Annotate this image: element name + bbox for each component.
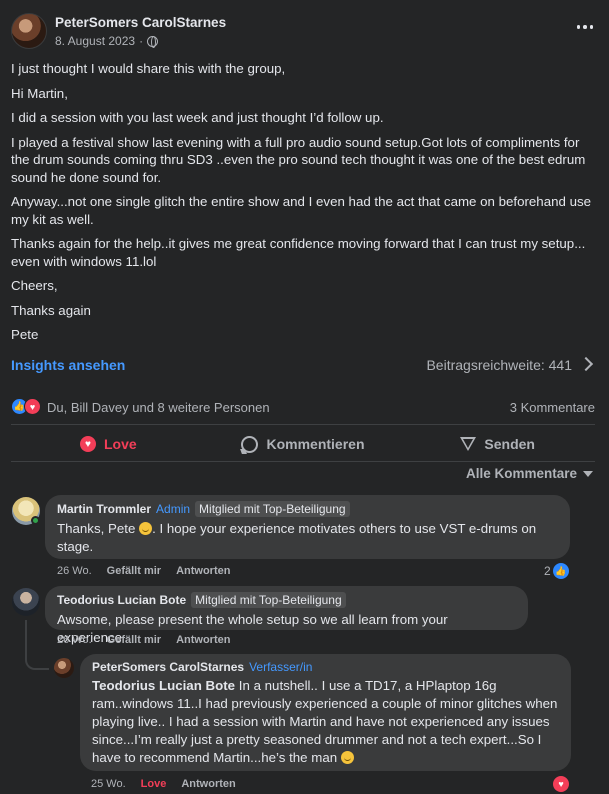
more-icon bbox=[576, 25, 581, 29]
send-icon bbox=[460, 437, 477, 451]
send-label: Senden bbox=[484, 436, 535, 452]
post-paragraph: Cheers, bbox=[11, 278, 58, 293]
post-actions: ♥ Love Kommentieren Senden bbox=[11, 431, 595, 457]
comment-bubble: Martin Trommler Admin Mitglied mit Top-B… bbox=[45, 495, 570, 559]
comment-bubble: PeterSomers CarolStarnes Verfasser/in Te… bbox=[80, 654, 571, 771]
post-paragraph: Hi Martin, bbox=[11, 85, 68, 101]
comment-meta: 25 Wo. Love Antworten bbox=[91, 778, 236, 790]
post-meta: 8. August 2023 · bbox=[55, 34, 159, 48]
comment-time[interactable]: 26 Wo. bbox=[57, 634, 92, 646]
mention-link[interactable]: Teodorius Lucian Bote bbox=[92, 678, 235, 693]
sort-label: Alle Kommentare bbox=[465, 466, 577, 481]
love-reaction-icon: ♥ bbox=[24, 398, 41, 415]
post-header: PeterSomers CarolStarnes 8. August 2023 … bbox=[11, 13, 601, 53]
post-paragraph: Thanks again bbox=[11, 302, 91, 318]
post-paragraph: Anyway...not one single glitch the entir… bbox=[11, 194, 592, 227]
comment-meta: 26 Wo. Gefällt mir Antworten bbox=[57, 565, 230, 577]
dropdown-icon bbox=[583, 470, 593, 477]
comment-text-part: Thanks, Pete bbox=[57, 521, 136, 536]
comment-sort-dropdown[interactable]: Alle Kommentare bbox=[466, 466, 593, 481]
post-body: I just thought I would share this with t… bbox=[11, 60, 599, 351]
commenter-avatar[interactable] bbox=[12, 588, 40, 616]
love-button[interactable]: ♥ Love bbox=[11, 431, 206, 457]
comment-header: Teodorius Lucian Bote Mitglied mit Top-B… bbox=[57, 592, 516, 608]
smile-emoji bbox=[340, 751, 354, 764]
insights-link[interactable]: Insights ansehen bbox=[11, 357, 125, 373]
chevron-right-icon[interactable] bbox=[578, 356, 594, 372]
post-paragraph: I did a session with you last week and j… bbox=[11, 110, 384, 125]
comment-header: Martin Trommler Admin Mitglied mit Top-B… bbox=[57, 501, 558, 517]
comment-author[interactable]: Martin Trommler bbox=[57, 502, 151, 516]
comment-button[interactable]: Kommentieren bbox=[206, 431, 401, 457]
divider bbox=[11, 461, 595, 462]
reply-button[interactable]: Antworten bbox=[176, 634, 230, 646]
comment-label: Kommentieren bbox=[266, 436, 365, 452]
comment-reactions[interactable]: 2 👍 bbox=[544, 563, 569, 579]
thread-connector bbox=[25, 648, 49, 670]
post-paragraph: Thanks again for the help..it gives me g… bbox=[11, 236, 586, 269]
comment-author[interactable]: PeterSomers CarolStarnes bbox=[92, 660, 244, 674]
comment-time[interactable]: 26 Wo. bbox=[57, 565, 92, 577]
top-contributor-badge: Mitglied mit Top-Beteiligung bbox=[195, 501, 350, 517]
comment-bubble: Teodorius Lucian Bote Mitglied mit Top-B… bbox=[45, 586, 528, 645]
heart-icon: ♥ bbox=[79, 436, 96, 452]
reaction-count: 2 bbox=[544, 564, 551, 578]
reactions-summary: 👍 ♥ Du, Bill Davey und 8 weitere Persone… bbox=[11, 398, 595, 416]
love-comment-button[interactable]: Love bbox=[141, 778, 167, 790]
reply-button[interactable]: Antworten bbox=[181, 778, 235, 790]
like-comment-button[interactable]: Gefällt mir bbox=[107, 565, 161, 577]
post-paragraph: I just thought I would share this with t… bbox=[11, 61, 286, 76]
comment-reactions[interactable]: ♥ bbox=[553, 776, 569, 792]
comment-header: PeterSomers CarolStarnes Verfasser/in bbox=[92, 660, 559, 674]
insights-row: Insights ansehen Beitragsreichweite: 441 bbox=[11, 356, 594, 376]
love-label: Love bbox=[103, 436, 137, 452]
post-author-name[interactable]: PeterSomers CarolStarnes bbox=[55, 15, 226, 30]
comment-text: Thanks, Pete . I hope your experience mo… bbox=[57, 520, 558, 556]
like-comment-button[interactable]: Gefällt mir bbox=[107, 634, 161, 646]
reaction-icons[interactable]: 👍 ♥ bbox=[11, 398, 45, 416]
smile-emoji bbox=[139, 522, 153, 535]
commenter-avatar[interactable] bbox=[54, 658, 74, 678]
meta-separator: · bbox=[139, 34, 144, 48]
top-contributor-badge: Mitglied mit Top-Beteiligung bbox=[191, 592, 346, 608]
send-button[interactable]: Senden bbox=[400, 431, 595, 457]
comment-time[interactable]: 25 Wo. bbox=[91, 778, 126, 790]
comment-text: Teodorius Lucian Bote In a nutshell.. I … bbox=[92, 677, 559, 767]
love-reaction-icon: ♥ bbox=[553, 776, 569, 792]
post-date[interactable]: 8. August 2023 bbox=[55, 34, 135, 48]
comment-author[interactable]: Teodorius Lucian Bote bbox=[57, 593, 186, 607]
comment-icon bbox=[241, 435, 259, 453]
author-avatar[interactable] bbox=[11, 13, 47, 49]
author-role: Verfasser/in bbox=[249, 660, 313, 674]
admin-role: Admin bbox=[156, 502, 191, 516]
comment-meta: 26 Wo. Gefällt mir Antworten bbox=[57, 634, 230, 646]
more-options-button[interactable] bbox=[573, 17, 597, 37]
reactors-text[interactable]: Du, Bill Davey und 8 weitere Personen bbox=[47, 400, 270, 415]
post-reach[interactable]: Beitragsreichweite: 441 bbox=[426, 357, 572, 373]
reply-button[interactable]: Antworten bbox=[176, 565, 230, 577]
online-status-icon bbox=[31, 516, 40, 525]
post-paragraph: Pete bbox=[11, 327, 39, 342]
globe-icon bbox=[147, 35, 159, 48]
post-paragraph: I played a festival show last evening wi… bbox=[11, 134, 586, 185]
like-reaction-icon: 👍 bbox=[552, 563, 569, 579]
divider bbox=[11, 424, 595, 425]
comment-count[interactable]: 3 Kommentare bbox=[510, 400, 595, 415]
